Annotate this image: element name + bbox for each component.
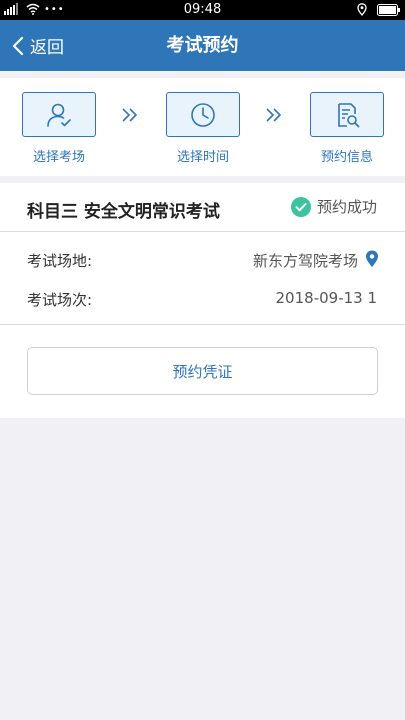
document-search-icon <box>338 102 360 127</box>
back-button[interactable]: 返回 <box>12 20 64 71</box>
status-right <box>357 3 401 16</box>
map-pin-icon[interactable] <box>365 250 379 268</box>
session-value: 2018-09-13 1 <box>275 289 377 307</box>
step-icon-box <box>166 92 240 137</box>
status-time: 09:48 <box>183 2 222 17</box>
booking-steps: 选择考场 选择时间 预约信息 <box>0 78 405 176</box>
session-label: 考试场次: <box>27 291 93 309</box>
status-text: 预约成功 <box>316 198 377 216</box>
divider <box>0 231 405 232</box>
back-label: 返回 <box>30 38 64 58</box>
venue-label: 考试场地: <box>27 252 93 270</box>
step-select-venue[interactable]: 选择考场 <box>22 92 96 165</box>
step-label: 预约信息 <box>320 150 373 165</box>
check-circle-icon <box>290 196 311 217</box>
booking-voucher-button[interactable]: 预约凭证 <box>27 347 378 395</box>
nav-bar: 返回 考试预约 <box>0 20 405 71</box>
step-icon-box <box>22 92 96 137</box>
step-icon-box <box>310 92 384 137</box>
location-icon <box>357 3 367 16</box>
status-bar: ••• 09:48 <box>0 0 405 20</box>
venue-value: 新东方驾院考场 <box>252 252 358 270</box>
exam-title: 科目三 安全文明常识考试 <box>27 202 220 222</box>
double-chevron-right-icon <box>122 108 138 122</box>
step-label: 选择考场 <box>32 150 85 165</box>
battery-icon <box>377 3 400 16</box>
chevron-left-icon <box>12 36 24 55</box>
booking-info-card: 科目三 安全文明常识考试 预约成功 考试场地: 新东方驾院考场 考试场次: 20… <box>0 183 405 418</box>
step-select-time[interactable]: 选择时间 <box>166 92 240 165</box>
clock-icon <box>191 102 215 127</box>
status-badge: 预约成功 <box>290 196 377 217</box>
step-booking-info[interactable]: 预约信息 <box>310 92 384 165</box>
divider <box>0 324 405 325</box>
user-check-icon <box>47 103 71 127</box>
step-label: 选择时间 <box>176 150 229 165</box>
double-chevron-right-icon <box>266 108 282 122</box>
